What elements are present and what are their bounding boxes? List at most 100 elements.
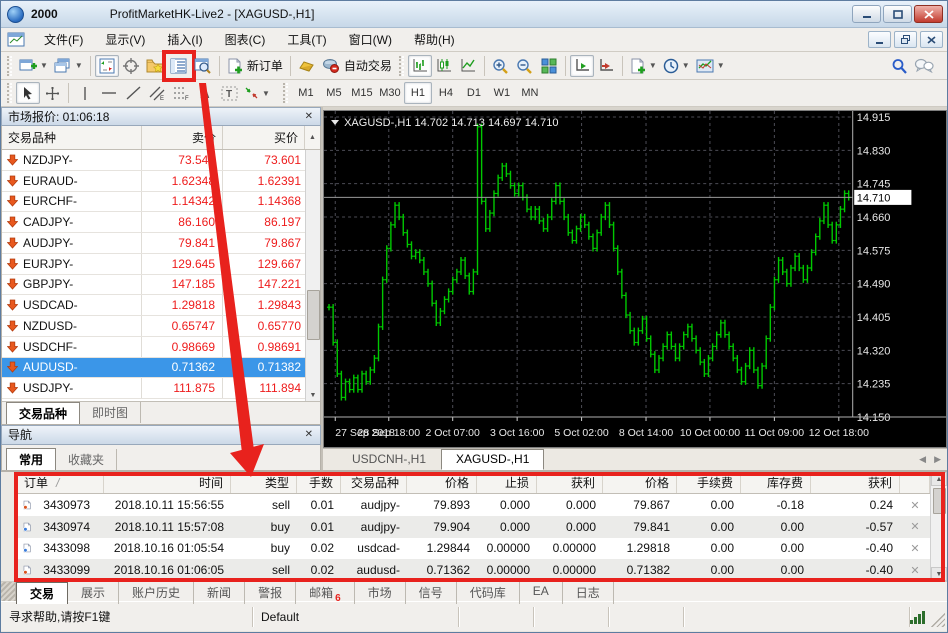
terminal-toggle[interactable]	[161, 49, 196, 82]
close-button[interactable]	[914, 5, 943, 23]
scrollbar-thumb[interactable]	[932, 488, 946, 514]
terminal-tab-exposure[interactable]: 展示	[68, 582, 120, 604]
timeframe-h1[interactable]: H1	[403, 82, 432, 104]
quote-row[interactable]: AUDJPY- 79.841 79.867	[2, 233, 320, 254]
orders-column-6[interactable]: 止损	[477, 472, 537, 494]
terminal-tab-mailbox[interactable]: 邮箱 6	[296, 582, 355, 604]
menu-item-tools[interactable]: 工具(T)	[276, 28, 337, 51]
timeframe-m5[interactable]: M5	[320, 82, 348, 104]
terminal-tab-code-base[interactable]: 代码库	[457, 582, 520, 604]
order-close-icon[interactable]: ✕	[900, 564, 930, 577]
toolbar-grip[interactable]	[282, 83, 288, 103]
status-profile[interactable]: Default	[253, 606, 459, 627]
quote-row[interactable]: NZDJPY- 73.544 73.601	[2, 150, 320, 171]
terminal-tab-journal[interactable]: 日志	[563, 582, 614, 604]
terminal-tab-alerts[interactable]: 警报	[245, 582, 297, 604]
minimize-button[interactable]	[852, 5, 881, 23]
vertical-line-tool-button[interactable]	[73, 82, 97, 104]
toolbar-grip[interactable]	[398, 55, 404, 76]
indicators-button[interactable]: ▼	[627, 55, 660, 77]
scroll-down-icon[interactable]: ▼	[310, 392, 317, 399]
market-watch-toggle[interactable]	[94, 54, 119, 77]
terminal-tab-news[interactable]: 新闻	[194, 582, 246, 604]
orders-column-0[interactable]: 订单 /	[17, 472, 104, 494]
orders-column-9[interactable]: 手续费	[677, 472, 741, 494]
chart-minimize-button[interactable]	[868, 31, 891, 48]
text-label-tool-button[interactable]: T	[217, 82, 241, 104]
order-row[interactable]: 3433099 2018.10.16 01:06:05 sell 0.02 audusd…	[17, 559, 930, 581]
quote-row[interactable]: USDCAD- 1.29818 1.29843	[2, 295, 320, 317]
timeframe-w1[interactable]: W1	[488, 82, 516, 104]
autotrade-button[interactable]: 自动交易	[319, 55, 395, 77]
toolbar-grip[interactable]	[7, 83, 12, 103]
menu-item-window[interactable]: 窗口(W)	[338, 28, 403, 51]
text-tool-button[interactable]: A	[193, 82, 217, 104]
orders-column-2[interactable]: 类型	[231, 472, 297, 494]
channel-tool-button[interactable]: E	[145, 82, 169, 104]
column-bid[interactable]: 卖价	[142, 126, 223, 150]
quote-row[interactable]: USDJPY- 111.875 111.894	[2, 378, 320, 400]
market-watch-tab-symbols[interactable]: 交易品种	[6, 401, 81, 424]
timeframe-m30[interactable]: M30	[376, 82, 404, 104]
chart-tab[interactable]: XAGUSD-,H1	[441, 449, 545, 470]
menu-item-help[interactable]: 帮助(H)	[403, 28, 466, 51]
scroll-down-icon[interactable]: ▼	[931, 567, 947, 581]
terminal-tab-account-history[interactable]: 账户历史	[119, 582, 195, 604]
chart-shift-button[interactable]	[594, 55, 618, 77]
templates-button[interactable]: ▼	[693, 55, 728, 77]
orders-column-11[interactable]: 获利	[811, 472, 900, 494]
scrollbar-thumb[interactable]	[306, 290, 320, 341]
resize-grip[interactable]	[931, 612, 945, 627]
column-ask[interactable]: 买价	[223, 126, 305, 150]
new-order-button[interactable]: 新订单	[224, 55, 286, 77]
maximize-button[interactable]	[883, 5, 912, 23]
scroll-up-icon[interactable]: ▲	[931, 472, 947, 486]
bar-chart-type-button[interactable]	[407, 54, 432, 77]
order-close-icon[interactable]: ✕	[900, 520, 930, 533]
chart-restore-button[interactable]	[894, 31, 917, 48]
terminal-tab-trade[interactable]: 交易	[16, 582, 69, 604]
trendline-tool-button[interactable]	[121, 82, 145, 104]
scroll-left-icon[interactable]: ◀	[919, 454, 926, 465]
scroll-up-icon[interactable]: ▲	[305, 126, 320, 149]
orders-column-7[interactable]: 获利	[537, 472, 603, 494]
periods-button[interactable]: ▼	[660, 55, 693, 77]
menu-item-file[interactable]: 文件(F)	[33, 28, 94, 51]
quote-row[interactable]: EURCHF- 1.14342 1.14368	[2, 191, 320, 213]
symbol-dropdown-icon[interactable]	[331, 120, 340, 125]
timeframe-m1[interactable]: M1	[292, 82, 320, 104]
timeframe-h4[interactable]: H4	[432, 82, 460, 104]
orders-column-10[interactable]: 库存费	[741, 472, 811, 494]
menu-item-charts[interactable]: 图表(C)	[214, 28, 277, 51]
order-close-icon[interactable]: ✕	[900, 542, 930, 555]
order-row[interactable]: 3430974 2018.10.11 15:57:08 buy 0.01 audjpy-…	[17, 515, 930, 538]
strategy-tester-button[interactable]	[191, 55, 215, 77]
metaeditor-button[interactable]	[295, 55, 319, 77]
timeframe-m15[interactable]: M15	[348, 82, 376, 104]
menu-item-insert[interactable]: 插入(I)	[156, 28, 213, 51]
orders-column-8[interactable]: 价格	[603, 472, 677, 494]
scroll-right-icon[interactable]: ▶	[934, 454, 941, 465]
crosshair-tool-button[interactable]	[40, 82, 64, 104]
timeframe-mn[interactable]: MN	[516, 82, 544, 104]
quote-row[interactable]: GBPJPY- 147.185 147.221	[2, 274, 320, 296]
quote-row[interactable]: EURAUD- 1.62348 1.62391	[2, 170, 320, 192]
chart-close-button[interactable]	[920, 31, 943, 48]
line-chart-type-button[interactable]	[456, 55, 480, 77]
data-window-button[interactable]	[119, 55, 143, 77]
timeframe-d1[interactable]: D1	[460, 82, 488, 104]
quote-row[interactable]: EURJPY- 129.645 129.667	[2, 253, 320, 275]
community-chat-icon[interactable]	[911, 55, 937, 77]
close-icon[interactable]: ✕	[302, 429, 316, 440]
orders-column-3[interactable]: 手数	[297, 472, 341, 494]
order-close-icon[interactable]: ✕	[900, 499, 930, 512]
order-row[interactable]: 3433098 2018.10.16 01:05:54 buy 0.02 usdcad-…	[17, 538, 930, 560]
price-chart[interactable]: 14.915 14.830 14.745 14.660 14.575 14.490 14.4…	[323, 110, 947, 448]
auto-scroll-button[interactable]	[569, 54, 594, 77]
terminal-tab-market[interactable]: 市场	[355, 582, 406, 604]
toolbar-grip[interactable]	[7, 55, 12, 76]
cursor-tool-button[interactable]	[16, 82, 40, 104]
market-watch-tab-tick-chart[interactable]: 即时图	[80, 401, 142, 423]
market-watch-scrollbar[interactable]: ▼	[305, 150, 320, 401]
fibonacci-tool-button[interactable]: F	[169, 82, 193, 104]
